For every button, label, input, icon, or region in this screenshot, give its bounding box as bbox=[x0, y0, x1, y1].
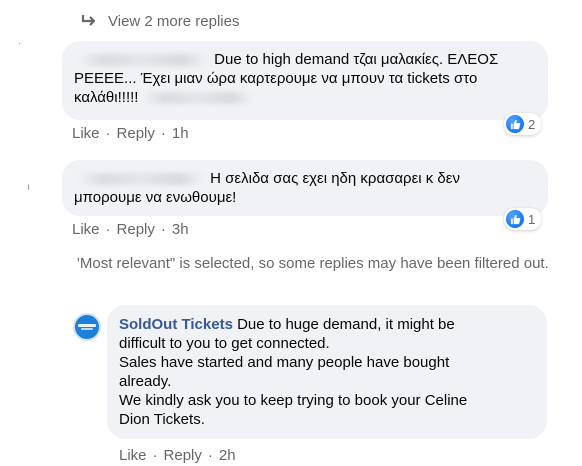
comment-text-line: καλάθι!!!!! bbox=[74, 88, 536, 107]
like-button[interactable]: Like bbox=[72, 221, 100, 238]
timestamp[interactable]: 2h bbox=[219, 447, 236, 464]
like-button[interactable]: Like bbox=[72, 125, 100, 142]
timestamp[interactable]: 1h bbox=[172, 125, 189, 142]
reply-text-line: Sales have started and many people have … bbox=[119, 354, 450, 371]
like-icon bbox=[506, 210, 524, 228]
reaction-count: 1 bbox=[528, 211, 536, 227]
reply-text-line: SoldOut Tickets Due to huge demand, it m… bbox=[119, 316, 455, 333]
reply-text-line: Dion Tickets. bbox=[119, 411, 205, 428]
reply-button[interactable]: Reply bbox=[117, 221, 155, 238]
comment-bubble: Due to high demand τζαι μαλακίες. ΕΛΕΟΣ … bbox=[62, 41, 548, 120]
brand-logo-icon bbox=[78, 324, 96, 330]
comment-text-line: ΡΕΕΕΕ... Έχει μιαν ώρα καρτερουμε να μπο… bbox=[74, 70, 478, 87]
margin-mark: · bbox=[18, 38, 22, 49]
comment-actions: Like · Reply · 1h bbox=[72, 124, 189, 142]
comment-text-line: μπορουμε να ενωθουμε! bbox=[74, 189, 237, 206]
redacted-text bbox=[142, 92, 253, 105]
reply-actions: Like · Reply · 2h bbox=[119, 446, 236, 464]
redacted-name bbox=[78, 54, 208, 67]
reply-button[interactable]: Reply bbox=[117, 125, 155, 142]
comment-text: Η σελιδα σας εχει ηδη κρασαρει κ δεν bbox=[74, 169, 536, 188]
separator: · bbox=[207, 446, 213, 464]
reply-text-line: We kindly ask you to keep trying to book… bbox=[119, 392, 468, 409]
separator: · bbox=[105, 220, 111, 238]
separator: · bbox=[152, 446, 158, 464]
timestamp[interactable]: 3h bbox=[172, 221, 189, 238]
reaction-summary[interactable]: 2 bbox=[504, 113, 542, 135]
reaction-summary[interactable]: 1 bbox=[504, 208, 542, 230]
separator: · bbox=[105, 124, 111, 142]
like-button[interactable]: Like bbox=[119, 447, 147, 464]
separator: · bbox=[160, 220, 166, 238]
reply-text-line: already. bbox=[119, 373, 172, 390]
view-more-replies-link[interactable]: View 2 more replies bbox=[80, 10, 239, 32]
view-more-replies-label: View 2 more replies bbox=[108, 12, 240, 30]
reply-text-line: difficult to you to get connected. bbox=[119, 335, 330, 352]
margin-mark: ı bbox=[27, 182, 30, 193]
comment-actions: Like · Reply · 3h bbox=[72, 220, 189, 238]
redacted-name bbox=[78, 173, 204, 186]
comment-text: Due to high demand τζαι μαλακίες. ΕΛΕΟΣ bbox=[74, 50, 536, 69]
reaction-count: 2 bbox=[528, 116, 536, 132]
like-icon bbox=[506, 115, 524, 133]
reply-arrow-icon bbox=[81, 15, 96, 26]
reply-button[interactable]: Reply bbox=[164, 447, 202, 464]
reply-bubble: SoldOut Tickets Due to huge demand, it m… bbox=[107, 305, 547, 439]
separator: · bbox=[160, 124, 166, 142]
filter-notice: 'Most relevant" is selected, so some rep… bbox=[77, 255, 549, 272]
avatar[interactable] bbox=[73, 313, 101, 341]
reply-author-link[interactable]: SoldOut Tickets bbox=[119, 316, 233, 333]
comment-bubble: Η σελιδα σας εχει ηδη κρασαρει κ δεν μπο… bbox=[62, 160, 548, 216]
